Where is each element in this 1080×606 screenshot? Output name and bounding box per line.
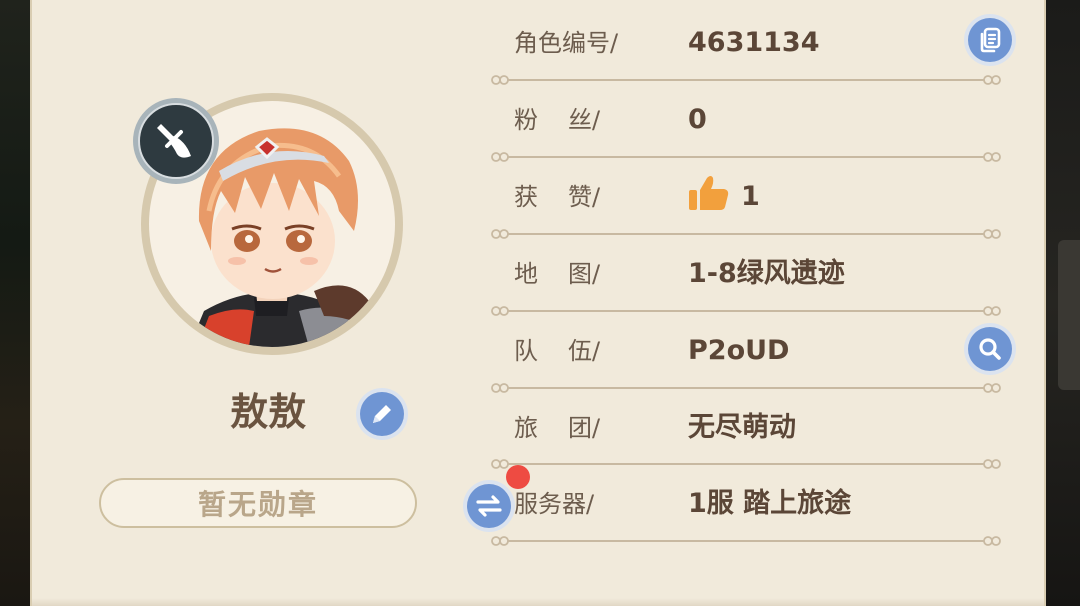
sword-class-icon (157, 124, 191, 158)
switch-medal-button[interactable] (463, 480, 515, 532)
pencil-icon (373, 405, 391, 423)
server-label: 服务器/ (514, 490, 595, 518)
swap-arrows-icon (476, 495, 502, 517)
class-badge[interactable] (133, 98, 219, 184)
id-label: 角色编号/ (514, 29, 619, 57)
edit-name-button[interactable] (356, 388, 408, 440)
id-value: 4631134 (688, 27, 820, 58)
fans-label: 粉丝/ (514, 106, 601, 134)
search-icon (979, 338, 1001, 360)
copy-id-button[interactable] (964, 14, 1016, 66)
background-shard (1058, 240, 1080, 390)
server-value: 1服 踏上旅途 (688, 488, 852, 519)
medal-display[interactable]: 暂无勋章 (99, 478, 417, 528)
row-divider (491, 229, 1001, 239)
like-button[interactable] (687, 174, 731, 214)
row-divider (491, 383, 1001, 393)
player-name: 敖敖 (230, 390, 307, 434)
search-team-button[interactable] (964, 323, 1016, 375)
row-divider (491, 75, 1001, 85)
background-left-edge (0, 0, 30, 606)
row-divider (491, 152, 1001, 162)
thumbs-up-icon (689, 176, 729, 210)
guild-value: 无尽萌动 (688, 412, 796, 443)
row-divider (491, 306, 1001, 316)
team-value: P2oUD (688, 335, 790, 366)
background-right-edge (1046, 0, 1080, 606)
map-label: 地图/ (514, 260, 601, 288)
copy-document-icon (980, 27, 1001, 53)
guild-label: 旅团/ (514, 414, 601, 442)
likes-label: 获赞/ (514, 183, 601, 211)
row-divider (491, 536, 1001, 546)
row-divider (491, 459, 1001, 469)
fans-value: 0 (688, 104, 707, 135)
likes-value: 1 (741, 181, 760, 212)
team-label: 队伍/ (514, 337, 601, 365)
map-value: 1-8绿风遗迹 (688, 258, 845, 289)
profile-panel: 敖敖 暂无勋章 角色编号/ 4631134 粉丝/ 0 获 赞/ 1 地 图/ … (30, 0, 1046, 606)
